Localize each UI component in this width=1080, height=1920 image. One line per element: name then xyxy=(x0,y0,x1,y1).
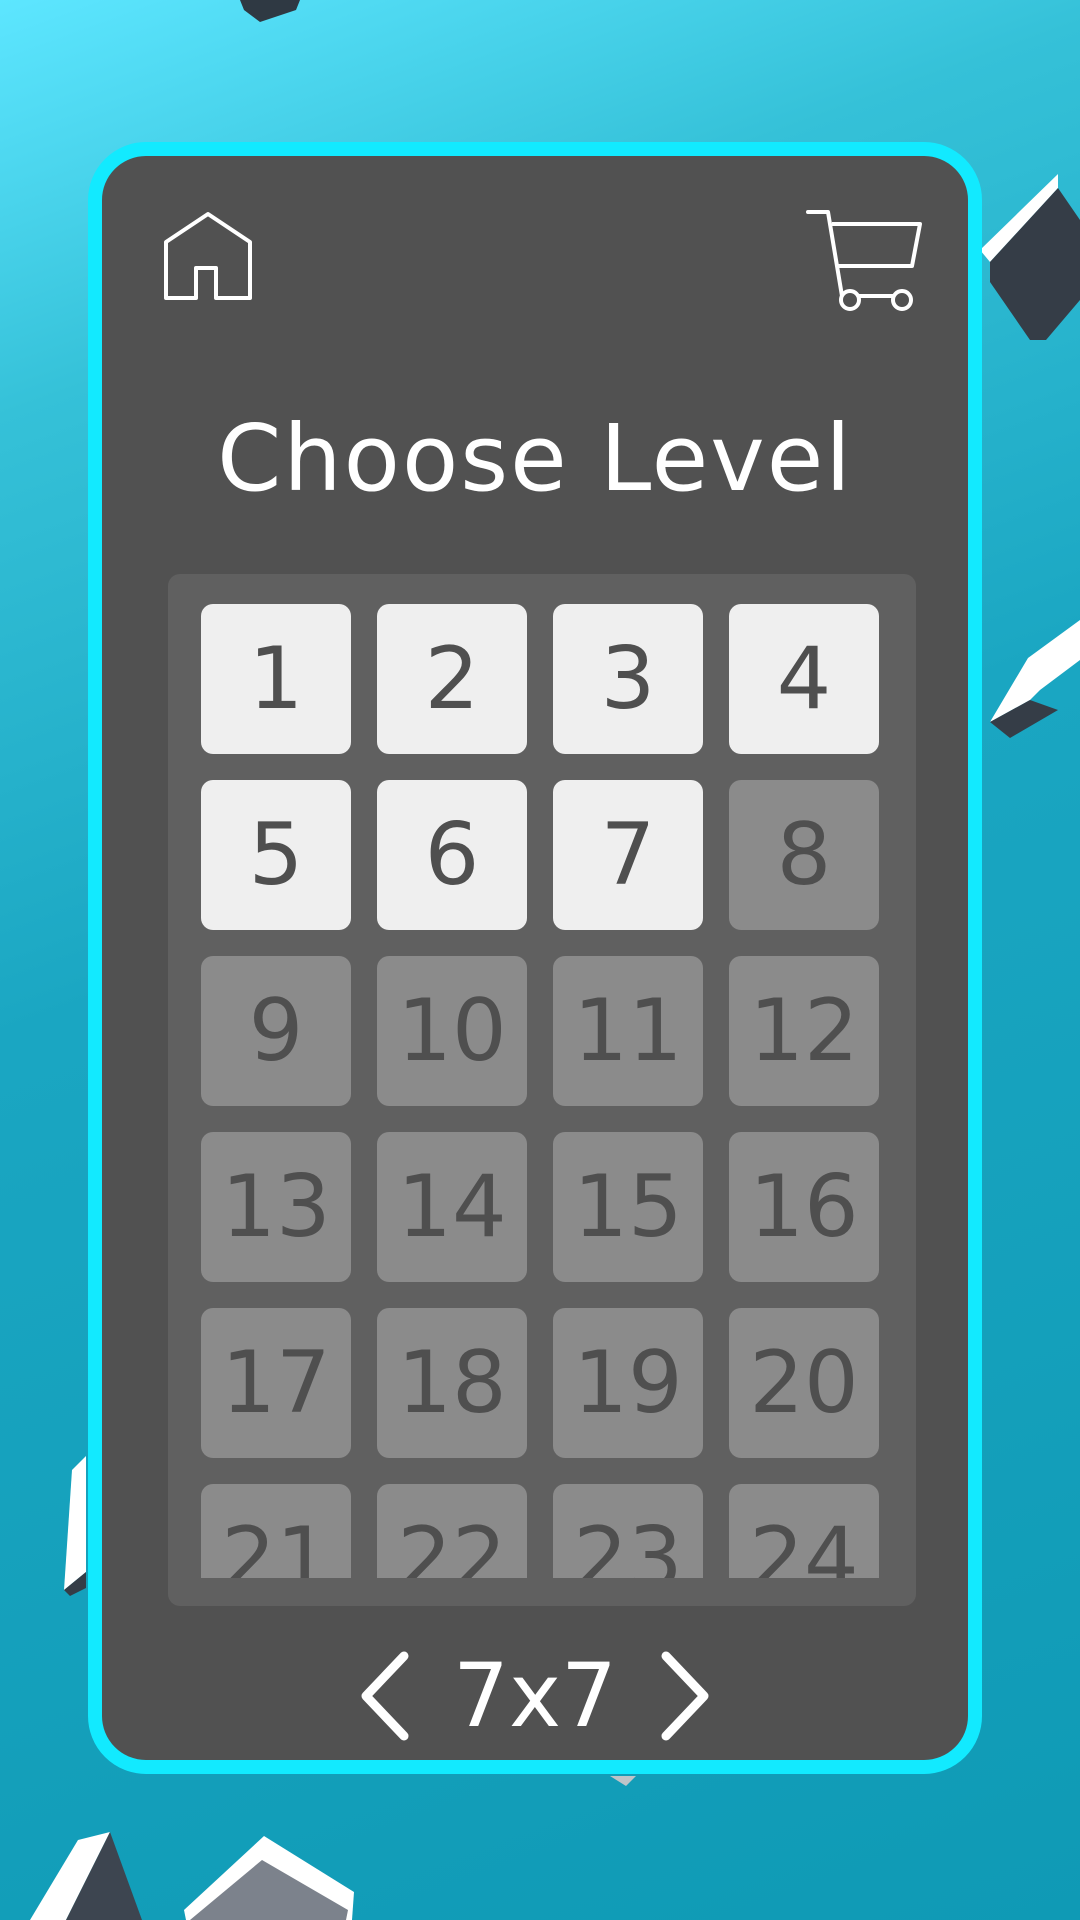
page-title: Choose Level xyxy=(217,405,853,512)
level-tile-23[interactable]: 23 xyxy=(553,1484,703,1578)
level-tile-6[interactable]: 6 xyxy=(377,780,527,930)
level-tile-17[interactable]: 17 xyxy=(201,1308,351,1458)
next-size-button[interactable] xyxy=(654,1650,714,1742)
level-tile-3[interactable]: 3 xyxy=(553,604,703,754)
level-select-panel: Choose Level 1 2 3 4 5 6 7 8 9 10 11 12 13 14 15 16 17 18… xyxy=(88,142,982,1774)
shop-button[interactable] xyxy=(806,208,926,312)
level-tile-10[interactable]: 10 xyxy=(377,956,527,1106)
level-tile-7[interactable]: 7 xyxy=(553,780,703,930)
level-tile-14[interactable]: 14 xyxy=(377,1132,527,1282)
background-shard xyxy=(240,0,300,22)
level-grid: 1 2 3 4 5 6 7 8 9 10 11 12 13 14 15 16 17 18 19 20 21 22 23 24 xyxy=(201,604,883,1578)
background-shard xyxy=(64,1456,86,1590)
chevron-left-icon xyxy=(361,1651,409,1741)
level-tile-2[interactable]: 2 xyxy=(377,604,527,754)
level-tile-24[interactable]: 24 xyxy=(729,1484,879,1578)
level-tile-16[interactable]: 16 xyxy=(729,1132,879,1282)
level-tile-15[interactable]: 15 xyxy=(553,1132,703,1282)
level-tile-22[interactable]: 22 xyxy=(377,1484,527,1578)
chevron-right-icon xyxy=(661,1651,709,1741)
level-tile-18[interactable]: 18 xyxy=(377,1308,527,1458)
level-tile-1[interactable]: 1 xyxy=(201,604,351,754)
shopping-cart-icon xyxy=(806,210,922,311)
background-shard xyxy=(610,1776,636,1786)
level-tile-5[interactable]: 5 xyxy=(201,780,351,930)
level-grid-frame: 1 2 3 4 5 6 7 8 9 10 11 12 13 14 15 16 17 18 19 20 21 22 23 24 xyxy=(168,574,916,1606)
level-tile-8[interactable]: 8 xyxy=(729,780,879,930)
level-grid-viewport[interactable]: 1 2 3 4 5 6 7 8 9 10 11 12 13 14 15 16 17 18 19 20 21 22 23 24 xyxy=(201,604,883,1578)
level-tile-19[interactable]: 19 xyxy=(553,1308,703,1458)
grid-size-selector: 7x7 xyxy=(102,1636,968,1756)
level-tile-9[interactable]: 9 xyxy=(201,956,351,1106)
level-tile-11[interactable]: 11 xyxy=(553,956,703,1106)
level-tile-20[interactable]: 20 xyxy=(729,1308,879,1458)
level-tile-13[interactable]: 13 xyxy=(201,1132,351,1282)
level-tile-4[interactable]: 4 xyxy=(729,604,879,754)
previous-size-button[interactable] xyxy=(356,1650,416,1742)
level-tile-12[interactable]: 12 xyxy=(729,956,879,1106)
grid-size-label: 7x7 xyxy=(452,1644,618,1747)
level-tile-21[interactable]: 21 xyxy=(201,1484,351,1578)
home-button[interactable] xyxy=(162,210,254,302)
home-icon xyxy=(164,212,252,300)
